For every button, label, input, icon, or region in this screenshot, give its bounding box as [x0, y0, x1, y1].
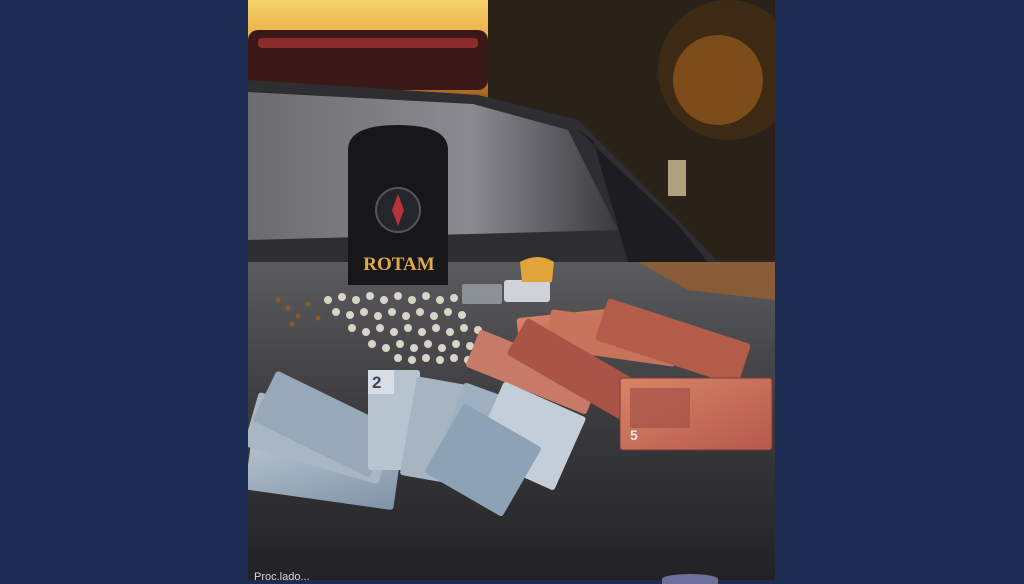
profile-badge	[662, 574, 718, 584]
yellow-substance	[520, 257, 554, 282]
banknote-value-two: 2	[372, 373, 381, 392]
banknote-value-five: 5	[630, 427, 638, 443]
photo-caption: Proc.lado...	[254, 571, 310, 583]
photo-illustration: ROTAM 5 2	[248, 0, 775, 580]
patch-label: ROTAM	[363, 254, 434, 275]
digital-scale	[504, 280, 550, 302]
evidence-photo: ROTAM 5 2	[248, 0, 775, 580]
